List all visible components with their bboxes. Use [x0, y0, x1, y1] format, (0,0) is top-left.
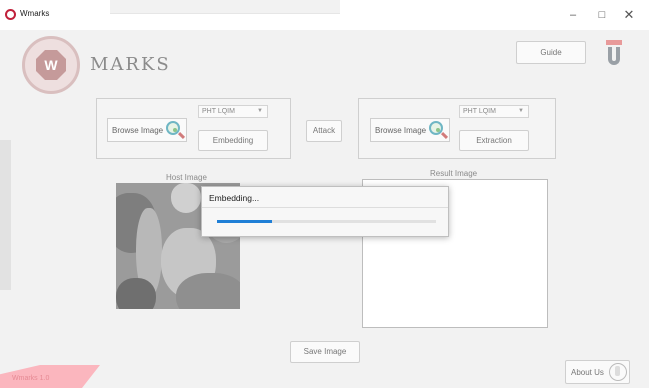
- attack-button[interactable]: Attack: [306, 120, 342, 142]
- embed-method-value: PHT LQIM: [202, 108, 235, 115]
- dialog-divider: [202, 207, 448, 208]
- chevron-down-icon: ▼: [257, 108, 263, 114]
- browse-label: Browse Image: [112, 126, 164, 135]
- embedding-button[interactable]: Embedding: [198, 130, 268, 151]
- guide-button[interactable]: Guide: [516, 41, 586, 64]
- magnifier-icon: [166, 121, 186, 140]
- app-content: W MARKS Guide Browse Image PHT LQIM ▼ Em…: [0, 30, 649, 388]
- wmarks-logo: W: [22, 36, 80, 94]
- extraction-button[interactable]: Extraction: [459, 130, 529, 151]
- embed-method-select[interactable]: PHT LQIM ▼: [198, 105, 268, 118]
- side-shade: [0, 140, 11, 290]
- window-title: Wmarks: [20, 9, 50, 18]
- app-icon: [5, 9, 16, 20]
- progress-bar: [217, 220, 436, 223]
- extract-method-value: PHT LQIM: [463, 108, 496, 115]
- save-image-button[interactable]: Save Image: [290, 341, 360, 363]
- version-label: Wmarks 1.0: [12, 375, 50, 382]
- dialog-title: Embedding...: [209, 193, 260, 203]
- close-button[interactable]: ✕: [621, 8, 637, 22]
- chevron-down-icon: ▼: [518, 108, 524, 114]
- extract-method-select[interactable]: PHT LQIM ▼: [459, 105, 529, 118]
- magnifier-icon: [429, 121, 449, 140]
- title-bar: Wmarks – □ ✕: [0, 0, 649, 30]
- extraction-panel: Browse Image PHT LQIM ▼ Extraction: [358, 98, 556, 159]
- about-icon: [609, 363, 627, 381]
- browse-watermarked-image-button[interactable]: Browse Image: [370, 118, 450, 142]
- brand-title: MARKS: [90, 54, 171, 75]
- logo-letter: W: [44, 57, 58, 73]
- host-image-label: Host Image: [166, 173, 207, 182]
- embedding-progress-dialog: Embedding...: [201, 186, 449, 237]
- about-us-label: About Us: [571, 368, 604, 377]
- maximize-button[interactable]: □: [594, 8, 610, 22]
- result-image-label: Result Image: [430, 169, 478, 178]
- university-logo-body: [608, 47, 620, 65]
- about-us-button[interactable]: About Us: [565, 360, 630, 384]
- university-logo: [606, 40, 622, 66]
- browse-label: Browse Image: [375, 126, 427, 135]
- minimize-button[interactable]: –: [565, 8, 581, 22]
- embedding-panel: Browse Image PHT LQIM ▼ Embedding: [96, 98, 291, 159]
- titlebar-strip: [110, 0, 340, 14]
- browse-host-image-button[interactable]: Browse Image: [107, 118, 187, 142]
- university-logo-top: [606, 40, 622, 45]
- progress-fill: [217, 220, 272, 223]
